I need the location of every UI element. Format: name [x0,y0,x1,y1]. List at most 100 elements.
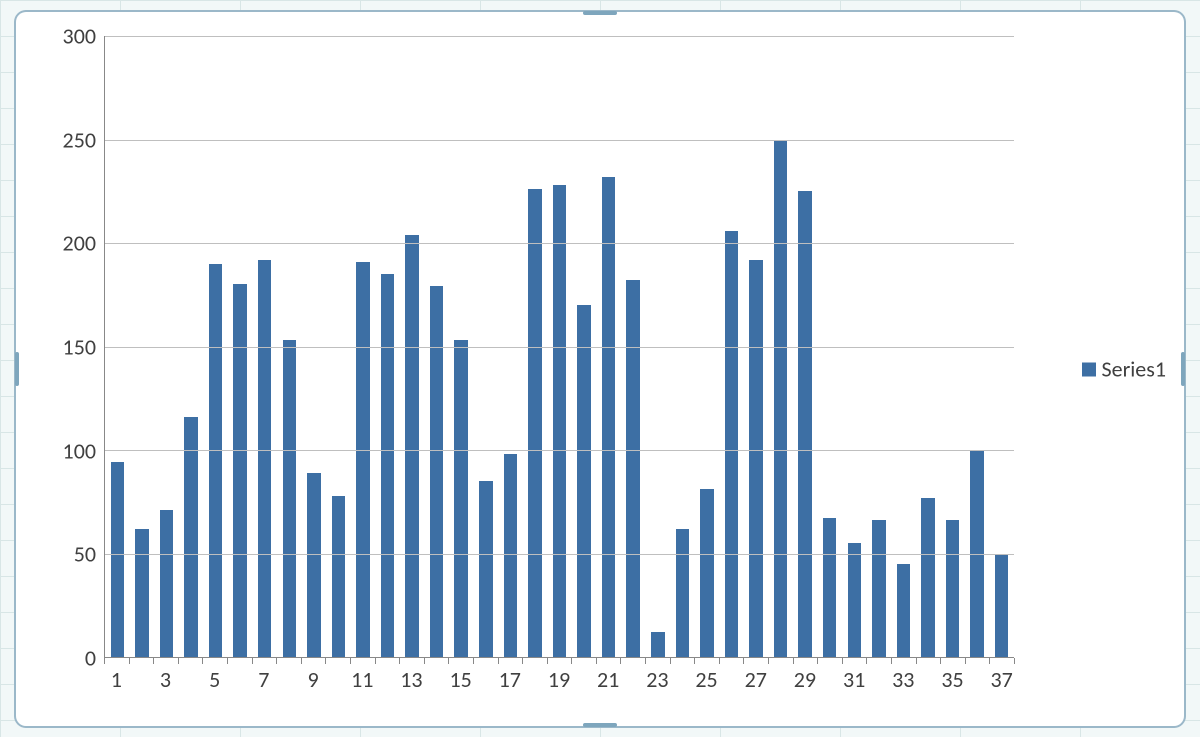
bar[interactable] [577,305,591,657]
bar[interactable] [700,489,714,657]
bar[interactable] [430,286,444,657]
bar[interactable] [946,520,960,657]
x-tick-mark [252,658,253,664]
bar[interactable] [454,340,468,657]
x-tick-mark [743,658,744,664]
x-tick-label: 27 [745,666,767,693]
bar[interactable] [848,543,862,657]
x-tick-mark [153,658,154,664]
bar[interactable] [332,496,346,657]
legend[interactable]: Series1 [1082,356,1166,383]
x-tick-mark [424,658,425,664]
resize-handle-bottom[interactable] [583,723,617,727]
bar[interactable] [405,235,419,657]
chart-object[interactable]: 050100150200250300 135791113151719212325… [14,10,1186,728]
x-tick-label: 9 [307,666,318,693]
x-tick-label: 33 [892,666,914,693]
x-tick-label: 31 [843,666,865,693]
bar[interactable] [798,191,812,657]
bar[interactable] [897,564,911,657]
x-tick-label: 15 [449,666,471,693]
x-tick-mark [1014,658,1015,664]
bar[interactable] [233,284,247,657]
bar[interactable] [626,280,640,657]
x-tick-label: 37 [991,666,1013,693]
resize-handle-right[interactable] [1181,352,1185,386]
x-tick-mark [571,658,572,664]
x-tick-mark [596,658,597,664]
bar[interactable] [160,510,174,657]
bar[interactable] [774,140,788,658]
bar[interactable] [651,632,665,657]
x-tick-mark [916,658,917,664]
x-tick-mark [620,658,621,664]
x-tick-mark [719,658,720,664]
bar[interactable] [921,498,935,657]
bar[interactable] [504,454,518,657]
x-tick-mark [891,658,892,664]
bar[interactable] [553,185,567,657]
x-tick-mark [178,658,179,664]
x-tick-mark [866,658,867,664]
bar[interactable] [479,481,493,657]
bar[interactable] [307,473,321,657]
x-tick-mark [768,658,769,664]
x-tick-mark [694,658,695,664]
gridline [105,554,1014,555]
x-tick-mark [301,658,302,664]
x-tick-label: 1 [111,666,122,693]
bar[interactable] [111,462,125,657]
bar[interactable] [209,264,223,657]
resize-handle-left[interactable] [15,352,19,386]
y-tick-label: 300 [63,23,96,50]
bar[interactable] [872,520,886,657]
bar[interactable] [135,529,149,657]
x-tick-mark [547,658,548,664]
y-tick-label: 200 [63,230,96,257]
bar[interactable] [725,231,739,657]
x-tick-label: 23 [646,666,668,693]
x-tick-mark [448,658,449,664]
bar[interactable] [381,274,395,657]
bar[interactable] [602,177,616,657]
y-axis: 050100150200250300 [46,36,104,658]
plot-area[interactable] [104,36,1014,658]
y-tick-label: 50 [74,541,96,568]
plot-wrapper: 050100150200250300 135791113151719212325… [46,36,1014,702]
bar[interactable] [528,189,542,657]
resize-handle-top[interactable] [583,11,617,15]
x-tick-mark [104,658,105,664]
x-tick-label: 7 [258,666,269,693]
x-tick-mark [645,658,646,664]
x-tick-mark [989,658,990,664]
gridline [105,140,1014,141]
legend-swatch-series1 [1082,362,1096,376]
x-tick-label: 17 [499,666,521,693]
bar[interactable] [995,554,1009,658]
x-tick-label: 21 [597,666,619,693]
x-tick-mark [817,658,818,664]
x-tick-mark [522,658,523,664]
gridline [105,450,1014,451]
y-tick-label: 0 [85,645,96,672]
x-axis: 135791113151719212325272931333537 [104,658,1014,702]
x-tick-label: 5 [209,666,220,693]
x-tick-label: 11 [351,666,373,693]
bar[interactable] [258,260,272,657]
x-tick-mark [350,658,351,664]
x-tick-mark [202,658,203,664]
x-tick-mark [227,658,228,664]
x-tick-label: 3 [160,666,171,693]
bar[interactable] [749,260,763,657]
gridline [105,347,1014,348]
bar[interactable] [823,518,837,657]
x-tick-mark [670,658,671,664]
bar[interactable] [676,529,690,657]
x-tick-mark [375,658,376,664]
bar[interactable] [184,417,198,657]
bar[interactable] [356,262,370,657]
x-tick-mark [498,658,499,664]
x-tick-mark [940,658,941,664]
bar[interactable] [283,340,297,657]
gridline [105,36,1014,37]
